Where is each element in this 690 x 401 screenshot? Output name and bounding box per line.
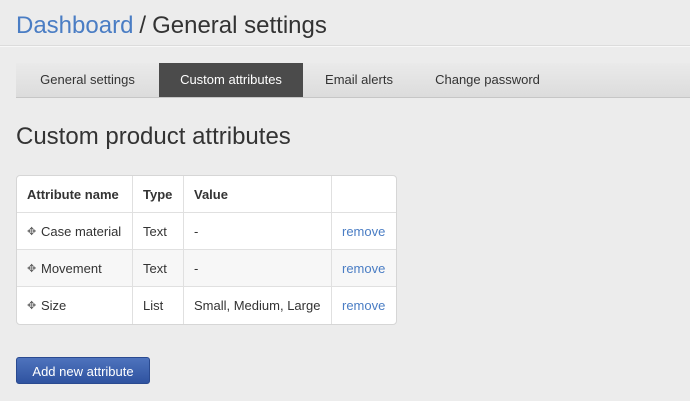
attribute-name-cell: ✥ Case material xyxy=(17,213,133,250)
tab-custom-attributes[interactable]: Custom attributes xyxy=(159,63,303,97)
header-divider xyxy=(0,45,690,47)
attribute-name-cell: ✥ Movement xyxy=(17,250,133,287)
attribute-value: - xyxy=(184,250,332,287)
remove-cell: remove xyxy=(332,213,396,250)
table-header-row: Attribute name Type Value xyxy=(17,176,396,213)
remove-cell: remove xyxy=(332,250,396,287)
attributes-table: Attribute name Type Value ✥ Case material… xyxy=(16,175,397,325)
remove-link[interactable]: remove xyxy=(342,261,385,276)
attribute-type: Text xyxy=(133,250,184,287)
attribute-type: Text xyxy=(133,213,184,250)
settings-tabs: General settings Custom attributes Email… xyxy=(16,63,690,98)
attribute-value: Small, Medium, Large xyxy=(184,287,332,324)
breadcrumb-dashboard-link[interactable]: Dashboard xyxy=(16,12,133,39)
remove-cell: remove xyxy=(332,287,396,324)
column-header-attribute-name: Attribute name xyxy=(17,176,133,213)
move-icon[interactable]: ✥ xyxy=(27,262,36,275)
page-header: Dashboard / General settings xyxy=(16,12,327,40)
column-header-type: Type xyxy=(133,176,184,213)
tab-change-password[interactable]: Change password xyxy=(415,63,560,97)
attribute-name: Case material xyxy=(41,223,122,239)
attribute-name-cell: ✥ Size xyxy=(17,287,133,324)
table-row: ✥ Size List Small, Medium, Large remove xyxy=(17,287,396,324)
attribute-name: Movement xyxy=(41,260,102,276)
table-row: ✥ Movement Text - remove xyxy=(17,250,396,287)
breadcrumb-separator: / xyxy=(139,12,147,39)
remove-link[interactable]: remove xyxy=(342,224,385,239)
remove-link[interactable]: remove xyxy=(342,298,385,313)
column-header-value: Value xyxy=(184,176,332,213)
attribute-name: Size xyxy=(41,298,67,313)
move-icon[interactable]: ✥ xyxy=(27,225,36,238)
add-attribute-button[interactable]: Add new attribute xyxy=(16,357,150,384)
column-header-actions xyxy=(332,176,396,213)
page-title: General settings xyxy=(152,12,327,39)
section-title: Custom product attributes xyxy=(16,123,291,150)
tab-general-settings[interactable]: General settings xyxy=(16,63,159,97)
tab-email-alerts[interactable]: Email alerts xyxy=(303,63,415,97)
attribute-value: - xyxy=(184,213,332,250)
move-icon[interactable]: ✥ xyxy=(27,299,36,312)
table-row: ✥ Case material Text - remove xyxy=(17,213,396,250)
attribute-type: List xyxy=(133,287,184,324)
